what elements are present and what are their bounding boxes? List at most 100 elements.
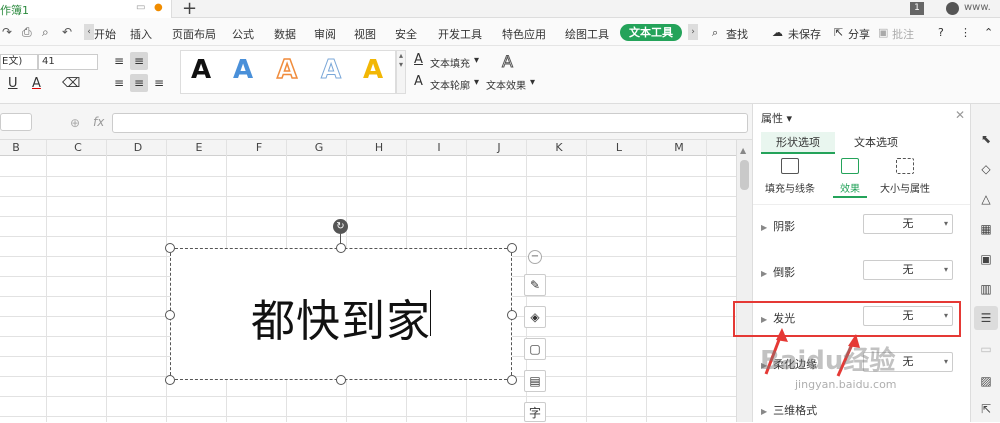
resize-handle-right[interactable]: [507, 310, 517, 320]
tab-shape-options[interactable]: 形状选项: [761, 132, 835, 154]
scroll-up-icon[interactable]: ▲: [740, 146, 746, 155]
resize-handle-bottom-left[interactable]: [165, 375, 175, 385]
column-h[interactable]: H: [349, 141, 409, 154]
panel-title[interactable]: 属性 ▾: [761, 110, 792, 126]
table-icon[interactable]: ▦: [977, 220, 995, 238]
column-j[interactable]: J: [469, 141, 529, 154]
column-i[interactable]: I: [409, 141, 469, 154]
text-fill-button[interactable]: 文本填充: [430, 55, 470, 70]
font-name-select[interactable]: E文): [0, 54, 38, 70]
tab-text-options[interactable]: 文本选项: [839, 132, 913, 154]
reflection-row[interactable]: ▶ 倒影: [761, 264, 795, 280]
outline-icon[interactable]: ▢: [524, 338, 546, 360]
text-effect-button[interactable]: 文本效果: [486, 77, 526, 92]
properties-settings-icon[interactable]: ☰: [974, 306, 998, 330]
resize-handle-bottom[interactable]: [336, 375, 346, 385]
menu-search[interactable]: 查找: [726, 26, 748, 42]
menu-security[interactable]: 安全: [395, 26, 417, 42]
font-color-icon[interactable]: A: [32, 76, 41, 91]
collapse-ribbon-icon[interactable]: ⌃: [984, 26, 993, 39]
text-outline-dropdown[interactable]: ▾: [474, 77, 479, 88]
text-box-content[interactable]: 都快到家: [251, 285, 431, 349]
align-middle-icon[interactable]: ≡: [130, 52, 148, 70]
scroll-thumb[interactable]: [740, 160, 749, 190]
menu-data[interactable]: 数据: [274, 26, 296, 42]
rotate-handle[interactable]: ↻: [333, 219, 348, 234]
fx-icon[interactable]: fx: [93, 115, 104, 129]
text-effect-dropdown[interactable]: ▾: [530, 77, 535, 88]
text-box[interactable]: 都快到家: [170, 248, 512, 380]
menu-formula[interactable]: 公式: [232, 26, 254, 42]
text-style-blue-outline[interactable]: A: [320, 55, 341, 86]
resize-handle-top-left[interactable]: [165, 243, 175, 253]
menu-insert[interactable]: 插入: [130, 26, 152, 42]
share-button[interactable]: 分享: [848, 26, 870, 42]
window-icon[interactable]: ▭: [136, 2, 145, 13]
comment-button[interactable]: 批注: [892, 26, 914, 42]
text-style-black[interactable]: A: [191, 55, 211, 85]
text-format-icon[interactable]: 字: [524, 402, 546, 422]
menu-text-tools[interactable]: 文本工具: [620, 24, 682, 41]
menu-review[interactable]: 审阅: [314, 26, 336, 42]
zoom-icon[interactable]: ⊕: [70, 116, 80, 130]
text-fill-icon[interactable]: A: [414, 52, 423, 67]
shapes-icon[interactable]: ◇: [977, 160, 995, 178]
resize-handle-left[interactable]: [165, 310, 175, 320]
subtab-fill-line[interactable]: 填充与线条: [763, 158, 817, 195]
text-outline-icon[interactable]: A: [414, 74, 423, 89]
text-style-gold[interactable]: A: [363, 55, 383, 85]
align-top-icon[interactable]: ≡: [110, 52, 128, 70]
shadow-select[interactable]: 无 ▾: [863, 214, 953, 234]
resize-handle-top[interactable]: [336, 243, 346, 253]
print-icon[interactable]: ⎙: [22, 25, 32, 40]
column-f[interactable]: F: [229, 141, 289, 154]
more-icon[interactable]: ⋮: [960, 26, 971, 39]
fill-bucket-icon[interactable]: ◈: [524, 306, 546, 328]
menu-special-apps[interactable]: 特色应用: [502, 26, 546, 42]
vertical-scrollbar[interactable]: ▲: [736, 140, 752, 422]
column-b[interactable]: B: [0, 141, 46, 154]
column-c[interactable]: C: [48, 141, 108, 154]
menu-dev-tools[interactable]: 开发工具: [438, 26, 482, 42]
align-center-icon[interactable]: ≡: [130, 74, 148, 92]
select-icon[interactable]: ⬉: [977, 130, 995, 148]
column-m[interactable]: M: [649, 141, 709, 154]
chart-icon[interactable]: ▥: [977, 280, 995, 298]
document-tab[interactable]: 作簿1 ▭ ●: [0, 0, 172, 18]
3d-format-row[interactable]: ▶ 三维格式: [761, 402, 817, 418]
collapse-tools-icon[interactable]: −: [528, 250, 542, 264]
menu-drawing-tools[interactable]: 绘图工具: [565, 26, 609, 42]
subtab-effects[interactable]: 效果: [833, 158, 867, 198]
column-k[interactable]: K: [529, 141, 589, 154]
avatar[interactable]: [946, 2, 959, 15]
underline-icon[interactable]: U: [8, 76, 18, 91]
align-right-icon[interactable]: ≡: [150, 74, 168, 92]
column-e[interactable]: E: [169, 141, 229, 154]
formula-input[interactable]: [112, 113, 748, 133]
resize-handle-bottom-right[interactable]: [507, 375, 517, 385]
column-g[interactable]: G: [289, 141, 349, 154]
text-outline-button[interactable]: 文本轮廓: [430, 77, 470, 92]
text-effect-icon[interactable]: A: [502, 52, 514, 72]
shadow-row[interactable]: ▶ 阴影: [761, 218, 795, 234]
comment-panel-icon[interactable]: ▭: [977, 340, 995, 358]
font-size-select[interactable]: 41: [38, 54, 98, 70]
menu-scroll-right[interactable]: ›: [688, 24, 698, 40]
share-panel-icon[interactable]: ⇱: [977, 400, 995, 418]
gallery-scroll[interactable]: ▴ ▾: [396, 50, 406, 94]
grid-icon[interactable]: ▣: [977, 250, 995, 268]
fill-icon[interactable]: △: [977, 190, 995, 208]
unsaved-status[interactable]: 未保存: [788, 26, 821, 42]
text-wrap-icon[interactable]: ▤: [524, 370, 546, 392]
align-left-icon[interactable]: ≡: [110, 74, 128, 92]
subtab-size-properties[interactable]: 大小与属性: [879, 158, 931, 195]
close-icon[interactable]: ✕: [955, 108, 965, 122]
name-box[interactable]: [0, 113, 32, 131]
line-style-icon[interactable]: ✎: [524, 274, 546, 296]
menu-view[interactable]: 视图: [354, 26, 376, 42]
reflection-select[interactable]: 无 ▾: [863, 260, 953, 280]
menu-scroll-left[interactable]: ‹: [84, 24, 94, 40]
text-fill-dropdown[interactable]: ▾: [474, 55, 479, 66]
search-icon[interactable]: ⌕: [712, 26, 718, 40]
text-style-blue[interactable]: A: [233, 55, 253, 85]
